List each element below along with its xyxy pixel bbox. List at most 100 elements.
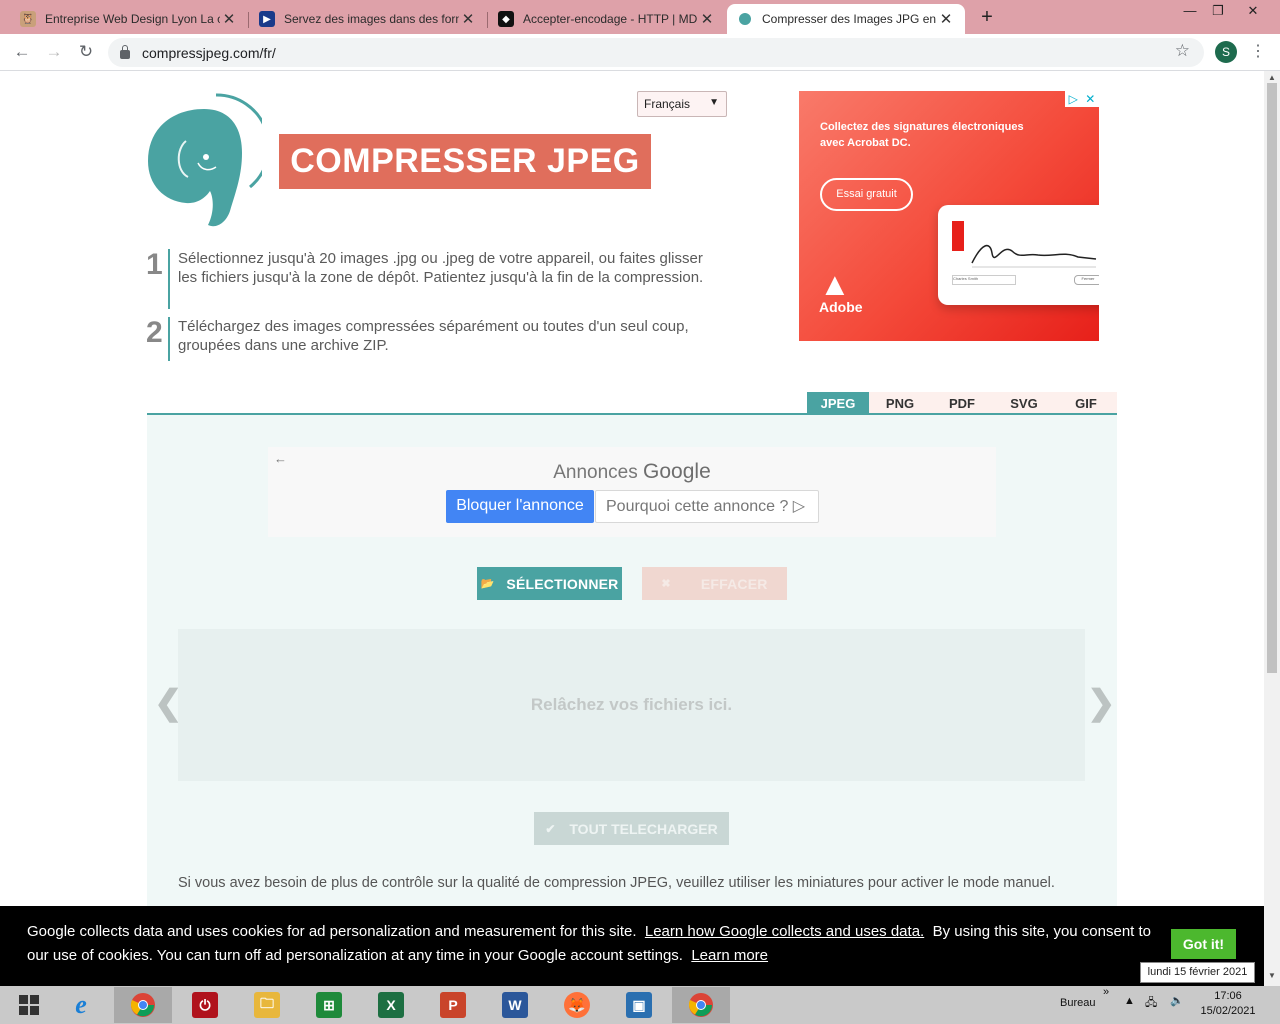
file-explorer-icon[interactable]: 🗀 — [238, 987, 296, 1023]
clear-button[interactable]: ✖ EFFACER — [642, 567, 787, 600]
firefox-icon[interactable]: 🦊 — [548, 987, 606, 1023]
signature-illustration — [971, 244, 1097, 268]
new-tab-button[interactable]: + — [976, 6, 998, 29]
folder-open-icon: 📂 — [480, 578, 495, 590]
chrome-icon-2[interactable] — [672, 987, 730, 1023]
format-tabs: JPEG PNG PDF SVG GIF — [807, 392, 1117, 414]
ad-name-field: Charles Smith — [952, 275, 1016, 285]
learn-more-link[interactable]: Learn more — [691, 947, 768, 964]
app-window-icon[interactable]: ▣ — [610, 987, 668, 1023]
block-ad-button[interactable]: Bloquer l'annonce — [446, 490, 594, 523]
forward-icon[interactable]: → — [42, 40, 66, 64]
ad-close-button: Fermer — [1074, 275, 1099, 285]
reload-icon[interactable]: ↻ — [74, 40, 98, 64]
owl-icon: 🦉 — [20, 11, 36, 27]
learn-how-link[interactable]: Learn how Google collects and uses data. — [645, 923, 924, 940]
chevron-down-icon: ▼ — [709, 97, 719, 108]
step-divider — [168, 317, 170, 361]
step-text: Sélectionnez jusqu'à 20 images .jpg ou .… — [178, 250, 704, 286]
browser-tab[interactable]: 🦉 Entreprise Web Design Lyon La c ✕ — [10, 4, 249, 34]
google-ad-panel: ← Annonces Google Bloquer l'annonce Pour… — [268, 447, 996, 537]
ad-cta-button[interactable]: Essai gratuit — [820, 178, 913, 211]
cookie-text: Google collects data and uses cookies fo… — [27, 920, 1157, 968]
chevron-right-icon[interactable]: ❯ — [1087, 683, 1116, 723]
cookie-text-a: Google collects data and uses cookies fo… — [27, 923, 637, 940]
drop-zone[interactable]: Relâchez vos fichiers ici. — [178, 629, 1085, 781]
adchoices-icon[interactable]: ▷ ✕ — [1065, 91, 1099, 107]
maximize-icon[interactable]: ❐ — [1201, 0, 1235, 24]
tab-title: Servez des images dans des form — [284, 12, 459, 26]
tab-title: Entreprise Web Design Lyon La c — [45, 12, 220, 26]
windows-taskbar: e ⏻ 🗀 ⊞ X P W 🦊 ▣ Bureau » ▲ 🖧 🔈 17:06 1… — [0, 986, 1280, 1024]
site-title: COMPRESSER JPEG — [279, 134, 651, 189]
tab-pdf[interactable]: PDF — [931, 392, 993, 414]
step-divider — [168, 249, 170, 309]
adobe-logo: ▲ Adobe — [819, 268, 863, 315]
bookmark-star-icon[interactable]: ☆ — [1175, 41, 1190, 61]
close-window-icon[interactable]: ✕ — [1236, 0, 1270, 24]
tab-title: Compresser des Images JPG en li — [762, 12, 937, 26]
browser-tab-strip: 🦉 Entreprise Web Design Lyon La c ✕ ▶ Se… — [0, 0, 1280, 34]
close-tab-icon[interactable]: ✕ — [698, 10, 716, 28]
excel-icon[interactable]: X — [362, 987, 420, 1023]
network-icon[interactable]: 🖧 — [1145, 994, 1157, 1013]
address-bar[interactable]: compressjpeg.com/fr/ ☆ — [108, 38, 1204, 67]
windows-start-icon[interactable] — [0, 987, 58, 1023]
store-icon[interactable]: ⊞ — [300, 987, 358, 1023]
chevron-double-icon[interactable]: » — [1103, 986, 1109, 998]
tab-svg[interactable]: SVG — [993, 392, 1055, 414]
elephant-icon — [737, 11, 753, 27]
scroll-down-icon[interactable]: ▼ — [1264, 971, 1280, 980]
step-2: 2 Téléchargez des images compressées sép… — [146, 317, 738, 361]
step-number: 2 — [146, 316, 163, 349]
step-1: 1 Sélectionnez jusqu'à 20 images .jpg ou… — [146, 249, 718, 309]
date-tooltip: lundi 15 février 2021 — [1140, 962, 1255, 983]
chrome-icon[interactable] — [114, 987, 172, 1023]
desktop-label[interactable]: Bureau — [1060, 997, 1095, 1009]
tab-gif[interactable]: GIF — [1055, 392, 1117, 414]
show-hidden-icons[interactable]: ▲ — [1124, 995, 1135, 1007]
browser-tab[interactable]: ◆ Accepter-encodage - HTTP | MDI ✕ — [488, 4, 726, 34]
scroll-thumb[interactable] — [1267, 83, 1277, 673]
close-tab-icon[interactable]: ✕ — [220, 10, 238, 28]
system-clock[interactable]: 17:06 15/02/2021 — [1198, 989, 1258, 1019]
browser-tab[interactable]: ▶ Servez des images dans des form ✕ — [249, 4, 488, 34]
tab-png[interactable]: PNG — [869, 392, 931, 414]
page-viewport: COMPRESSER JPEG Français ▼ 1 Sélectionne… — [0, 71, 1264, 986]
annonces-google-label: Annonces Google — [268, 460, 996, 484]
step-text: Téléchargez des images compressées sépar… — [178, 318, 689, 354]
clock-date: 15/02/2021 — [1200, 1005, 1256, 1017]
step-number: 1 — [146, 248, 163, 281]
adobe-ad-banner[interactable]: ▷ ✕ Collectez des signatures électronique… — [799, 91, 1099, 341]
cookie-banner: Google collects data and uses cookies fo… — [0, 906, 1264, 986]
why-this-ad-button[interactable]: Pourquoi cette annonce ? ▷ — [595, 490, 819, 523]
browser-tab-active[interactable]: Compresser des Images JPG en li ✕ — [727, 4, 965, 34]
close-tab-icon[interactable]: ✕ — [937, 10, 955, 28]
download-all-label: TOUT TELECHARGER — [569, 820, 718, 837]
back-icon[interactable]: ← — [10, 40, 34, 64]
menu-icon[interactable]: ⋮ — [1250, 41, 1266, 63]
google-wordmark: Google — [643, 460, 711, 483]
powerpoint-icon[interactable]: P — [424, 987, 482, 1023]
tab-title: Accepter-encodage - HTTP | MDI — [523, 12, 698, 26]
language-select[interactable]: Français ▼ — [637, 91, 727, 117]
browser-toolbar: ← → ↻ compressjpeg.com/fr/ ☆ S ⋮ — [0, 34, 1280, 71]
check-icon: ✔ — [545, 821, 556, 836]
pdf-icon — [952, 221, 964, 251]
profile-avatar[interactable]: S — [1215, 41, 1237, 63]
select-files-button[interactable]: 📂 SÉLECTIONNER — [477, 567, 622, 600]
word-icon[interactable]: W — [486, 987, 544, 1023]
close-tab-icon[interactable]: ✕ — [459, 10, 477, 28]
volume-icon[interactable]: 🔈 — [1170, 994, 1184, 1007]
got-it-button[interactable]: Got it! — [1171, 929, 1236, 959]
page-scrollbar[interactable]: ▲ ▼ — [1264, 71, 1280, 986]
elephant-logo — [148, 93, 262, 227]
download-all-button[interactable]: ✔ TOUT TELECHARGER — [534, 812, 729, 845]
ad-text: Collectez des signatures électroniques a… — [820, 121, 1024, 149]
devtools-icon: ▶ — [259, 11, 275, 27]
internet-explorer-icon[interactable]: e — [52, 987, 110, 1023]
adobe-wordmark: Adobe — [819, 299, 863, 315]
scroll-up-icon[interactable]: ▲ — [1264, 73, 1280, 82]
power-app-icon[interactable]: ⏻ — [176, 987, 234, 1023]
tab-jpeg[interactable]: JPEG — [807, 392, 869, 414]
